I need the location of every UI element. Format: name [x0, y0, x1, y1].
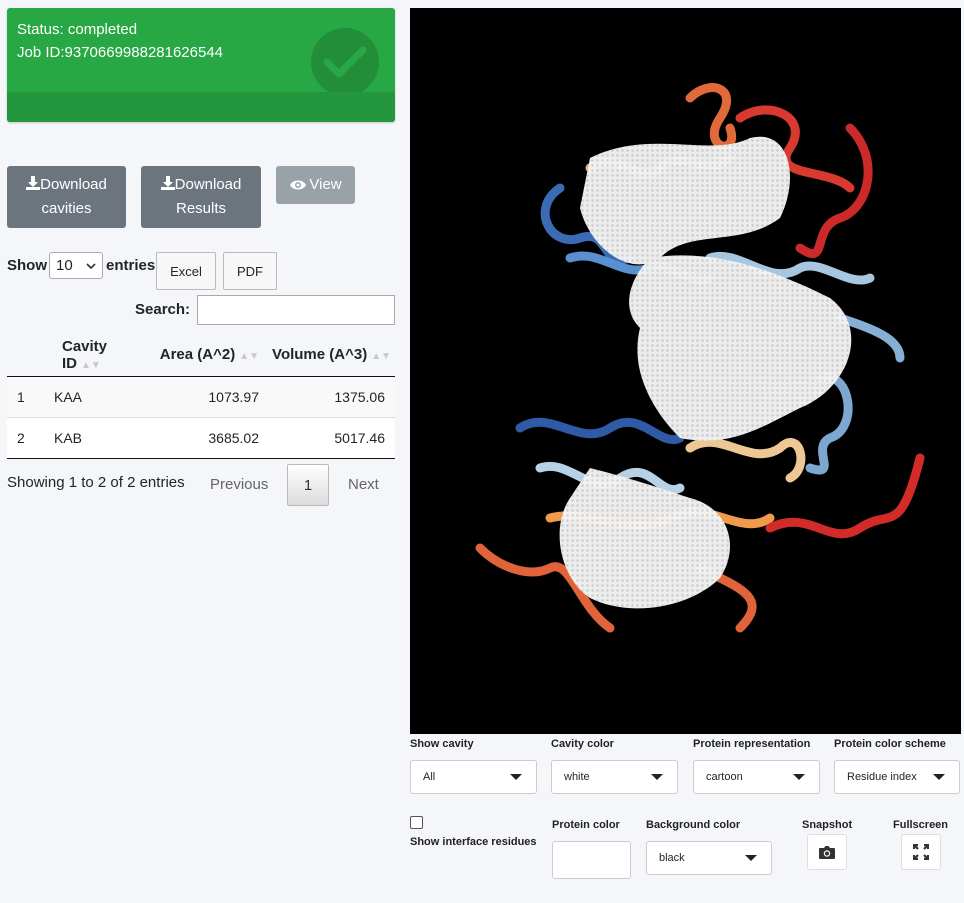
eye-icon [290, 180, 307, 190]
caret-down-icon [510, 774, 522, 780]
cell-volume: 5017.46 [267, 417, 395, 459]
table-row[interactable]: 1 KAA 1073.97 1375.06 [7, 376, 395, 418]
download-cavities-label-2: cavities [41, 200, 92, 217]
protein-color-input[interactable] [552, 841, 631, 879]
caret-down-icon [651, 774, 663, 780]
entries-select[interactable]: 10 [49, 252, 103, 279]
job-status-box: Status: completed Job ID:937066998828162… [7, 8, 395, 122]
download-icon [26, 176, 41, 190]
caret-down-icon [793, 774, 805, 780]
previous-button[interactable]: Previous [210, 476, 268, 493]
protein-color-scheme-label: Protein color scheme [834, 738, 946, 750]
protein-representation-label: Protein representation [693, 738, 811, 750]
cell-area: 3685.02 [147, 417, 267, 459]
cavity-color-select[interactable]: white [551, 760, 678, 794]
camera-icon [819, 845, 835, 859]
cell-cavity-id: KAB [47, 417, 147, 459]
cavity-color-value: white [564, 771, 590, 783]
table-row[interactable]: 2 KAB 3685.02 5017.46 [7, 417, 395, 459]
snapshot-label: Snapshot [802, 819, 853, 831]
cavity-table: Cavity ID ▲▼ Area (A^2) ▲▼ Volume (A^3) ▲▼ … [7, 334, 395, 459]
download-results-button[interactable]: Download Results [141, 166, 261, 228]
view-label: View [309, 176, 342, 193]
excel-label: Excel [170, 263, 202, 279]
protein-representation-value: cartoon [706, 771, 743, 783]
col-header-volume[interactable]: Volume (A^3) ▲▼ [267, 334, 395, 377]
sort-icon: ▲▼ [371, 351, 391, 363]
pdf-button[interactable]: PDF [223, 252, 277, 290]
table-header-row: Cavity ID ▲▼ Area (A^2) ▲▼ Volume (A^3) ▲▼ [7, 334, 395, 377]
pdf-label: PDF [237, 263, 263, 279]
show-label: Show [7, 257, 47, 274]
background-color-label: Background color [646, 819, 741, 831]
cell-index: 2 [7, 417, 47, 459]
show-cavity-value: All [423, 771, 436, 783]
sort-icon: ▲▼ [81, 359, 101, 371]
show-cavity-label: Show cavity [410, 738, 474, 750]
cell-index: 1 [7, 376, 47, 418]
download-cavities-button[interactable]: Download cavities [7, 166, 126, 228]
search-input[interactable] [197, 295, 395, 325]
page-1-button[interactable]: 1 [287, 464, 329, 506]
snapshot-button[interactable] [807, 834, 847, 870]
background-color-select[interactable]: black [646, 841, 772, 875]
fullscreen-label: Fullscreen [893, 819, 949, 831]
caret-down-icon [933, 774, 945, 780]
interface-residues-checkbox[interactable] [410, 816, 423, 829]
col-header-cavity-id[interactable]: Cavity ID ▲▼ [47, 334, 147, 377]
col-header-index[interactable] [7, 334, 47, 377]
download-results-label-1: Download [174, 176, 242, 193]
protein-color-scheme-select[interactable]: Residue index [834, 760, 960, 794]
download-icon [160, 176, 175, 190]
protein-color-scheme-value: Residue index [847, 771, 917, 783]
view-button[interactable]: View [276, 166, 355, 204]
caret-down-icon [745, 855, 757, 861]
show-cavity-select[interactable]: All [410, 760, 537, 794]
excel-button[interactable]: Excel [156, 252, 216, 290]
protein-viewer[interactable] [410, 8, 961, 734]
download-cavities-label-1: Download [40, 176, 107, 193]
status-box-footer [7, 92, 395, 122]
cell-volume: 1375.06 [267, 376, 395, 418]
cell-cavity-id: KAA [47, 376, 147, 418]
check-circle-icon [311, 28, 379, 96]
interface-residues-label: Show interface residues [410, 836, 537, 848]
protein-structure-image [475, 83, 925, 633]
entries-select-value: 10 [56, 257, 73, 274]
next-button[interactable]: Next [348, 476, 379, 493]
entries-label: entries [106, 257, 156, 274]
sort-icon: ▲▼ [239, 351, 259, 363]
download-results-label-2: Results [175, 200, 227, 217]
search-label: Search: [135, 301, 191, 318]
chevron-down-icon [86, 263, 96, 269]
expand-icon [913, 844, 929, 860]
protein-representation-select[interactable]: cartoon [693, 760, 820, 794]
background-color-value: black [659, 852, 685, 864]
cell-area: 1073.97 [147, 376, 267, 418]
protein-color-label: Protein color [552, 819, 620, 831]
cavity-color-label: Cavity color [551, 738, 614, 750]
fullscreen-button[interactable] [901, 834, 941, 870]
col-header-area[interactable]: Area (A^2) ▲▼ [147, 334, 267, 377]
table-info: Showing 1 to 2 of 2 entries [7, 474, 185, 491]
